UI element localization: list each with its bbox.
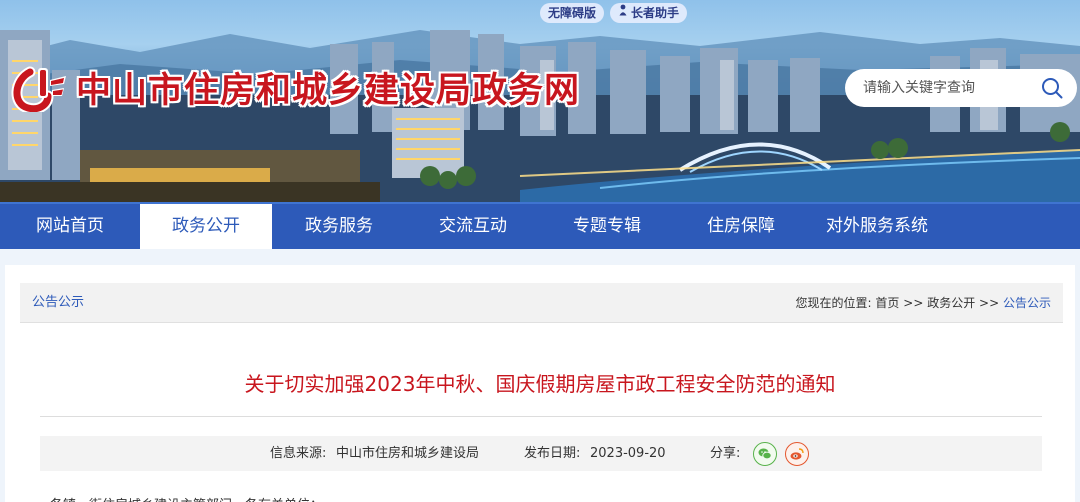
weibo-icon[interactable] — [785, 442, 809, 466]
source-label: 信息来源: — [270, 446, 327, 461]
nav-item-gov-services[interactable]: 政务服务 — [272, 204, 406, 249]
breadcrumb: 您现在的位置: 首页 >> 政务公开 >> 公告公示 — [796, 283, 1051, 323]
article-date: 2023-09-20 — [590, 446, 666, 461]
search-box — [845, 69, 1077, 107]
header-banner: 无障碍版 长者助手 中山市住房和城乡建设局政务网 — [0, 0, 1080, 202]
breadcrumb-bar: 公告公示 您现在的位置: 首页 >> 政务公开 >> 公告公示 — [20, 283, 1063, 323]
breadcrumb-home[interactable]: 首页 — [875, 296, 899, 310]
breadcrumb-gov-affairs[interactable]: 政务公开 — [927, 296, 975, 310]
elder-assistant-button[interactable]: 长者助手 — [610, 3, 688, 23]
accessible-version-label: 无障碍版 — [548, 6, 597, 20]
title-divider — [40, 416, 1042, 417]
nav-item-external-systems[interactable]: 对外服务系统 — [808, 204, 946, 249]
breadcrumb-current[interactable]: 公告公示 — [1003, 296, 1051, 310]
nav-item-topics[interactable]: 专题专辑 — [540, 204, 674, 249]
breadcrumb-separator: >> — [903, 296, 924, 310]
search-input[interactable] — [863, 80, 1033, 96]
top-tools: 无障碍版 长者助手 — [540, 3, 688, 23]
article-title: 关于切实加强2023年中秋、国庆假期房屋市政工程安全防范的通知 — [244, 372, 836, 396]
elder-assistant-label: 长者助手 — [631, 6, 680, 20]
content-panel: 公告公示 您现在的位置: 首页 >> 政务公开 >> 公告公示 关于切实加强20… — [5, 265, 1075, 502]
accessible-version-button[interactable]: 无障碍版 — [540, 3, 605, 23]
article-source: 中山市住房和城乡建设局 — [336, 446, 480, 461]
date-label: 发布日期: — [524, 446, 581, 461]
nav-item-housing-security[interactable]: 住房保障 — [674, 204, 808, 249]
nav-item-home[interactable]: 网站首页 — [0, 204, 140, 249]
wechat-icon[interactable] — [753, 442, 777, 466]
article-body-first-line: 各镇、街住房城乡建设主管部门，各有关单位： — [50, 494, 323, 502]
main-nav: 网站首页 政务公开 政务服务 交流互动 专题专辑 住房保障 对外服务系统 — [0, 202, 1080, 249]
zhongshan-housing-logo-icon[interactable] — [8, 66, 70, 112]
search-icon[interactable] — [1041, 77, 1063, 99]
breadcrumb-separator: >> — [979, 296, 1000, 310]
elder-person-icon — [618, 3, 628, 23]
site-title[interactable]: 中山市住房和城乡建设局政务网 — [76, 62, 580, 113]
nav-item-gov-affairs[interactable]: 政务公开 — [140, 204, 272, 249]
share-label: 分享: — [710, 446, 741, 461]
location-label: 您现在的位置: — [795, 296, 872, 310]
section-title[interactable]: 公告公示 — [32, 283, 84, 323]
article-meta-bar: 信息来源: 中山市住房和城乡建设局 发布日期: 2023-09-20 分享: — [40, 436, 1042, 471]
nav-item-interaction[interactable]: 交流互动 — [406, 204, 540, 249]
